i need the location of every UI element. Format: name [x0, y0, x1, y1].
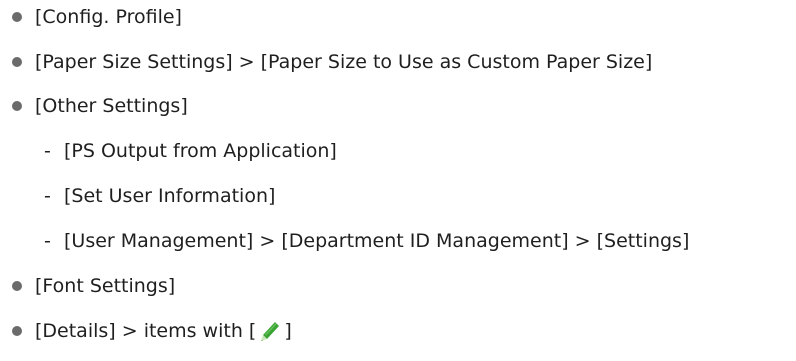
list-item-text: [Other Settings]: [35, 95, 188, 117]
dash-marker: -: [44, 140, 51, 162]
details-text-after-icon: ]: [284, 320, 292, 342]
details-text-before-icon: [Details] > items with [: [35, 320, 257, 342]
bullet-icon: [12, 326, 22, 336]
sub-list-item-text: [User Management] > [Department ID Manag…: [64, 230, 690, 252]
list-item-text: [Config. Profile]: [35, 6, 182, 28]
bullet-icon: [12, 12, 22, 22]
bullet-icon: [12, 281, 22, 291]
pencil-icon: [257, 317, 283, 343]
dash-marker: -: [44, 185, 51, 207]
settings-list: [Config. Profile] [Paper Size Settings] …: [0, 0, 796, 361]
list-item-text: [Paper Size Settings] > [Paper Size to U…: [35, 51, 653, 73]
list-item-text: [Font Settings]: [35, 275, 176, 297]
sub-list-item-text: [PS Output from Application]: [64, 140, 337, 162]
dash-marker: -: [44, 230, 51, 252]
list-item-text: [Details] > items with [ ]: [35, 316, 292, 346]
sub-list-item-text: [Set User Information]: [64, 185, 276, 207]
bullet-icon: [12, 101, 22, 111]
bullet-icon: [12, 57, 22, 67]
